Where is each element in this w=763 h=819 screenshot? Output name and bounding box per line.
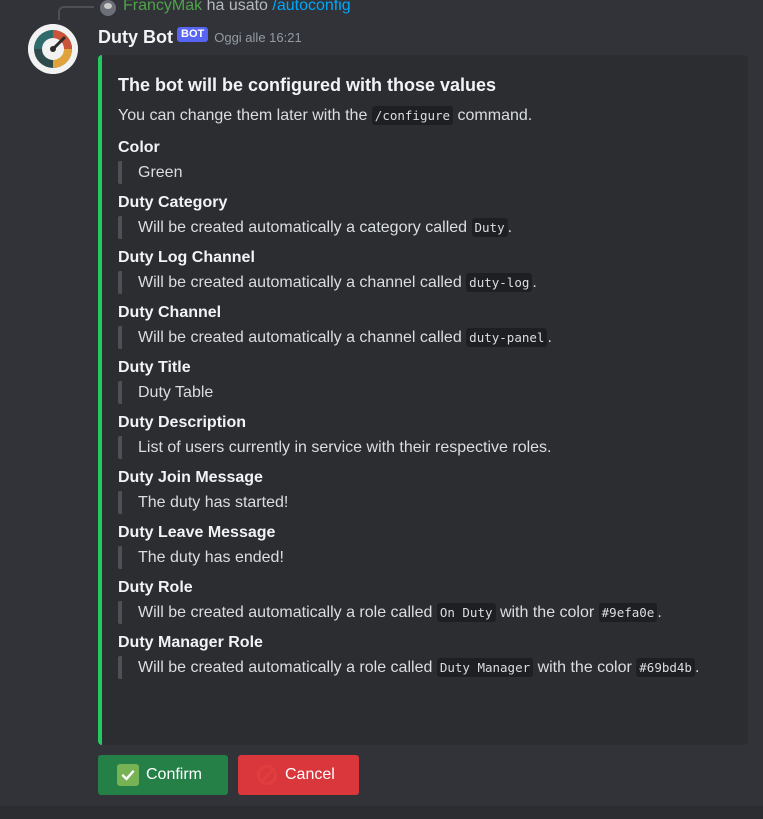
field-text: . <box>694 659 700 676</box>
field-value: Will be created automatically a category… <box>118 216 732 239</box>
action-buttons: Confirm Cancel <box>98 755 359 795</box>
field-name: Duty Leave Message <box>118 524 276 541</box>
message-input-area <box>0 806 763 819</box>
field-code: duty-log <box>466 273 533 292</box>
field-text: Will be created automatically a channel … <box>138 329 467 346</box>
field-code: Duty Manager <box>436 658 534 677</box>
description-text-end: command. <box>453 107 533 124</box>
field-value: Will be created automatically a role cal… <box>118 601 732 624</box>
embed-field: Duty Log Channel Will be created automati… <box>118 248 732 294</box>
reply-connector <box>58 6 94 20</box>
field-text: . <box>657 604 662 621</box>
embed-field: Duty Role Will be created automatically a… <box>118 578 732 624</box>
cancel-label: Cancel <box>285 766 335 783</box>
embed: The bot will be configured with those va… <box>98 55 748 745</box>
field-text: Will be created automatically a role cal… <box>138 659 437 676</box>
field-text: with the color <box>495 604 599 621</box>
field-name: Duty Join Message <box>118 469 263 486</box>
reply-action: ha usato <box>202 0 273 14</box>
field-value: Duty Table <box>118 381 732 404</box>
field-value: List of users currently in service with … <box>118 436 732 459</box>
no-entry-icon <box>257 765 277 785</box>
field-text: Duty Table <box>138 384 214 401</box>
embed-fields: Color Green Duty Category Will be created a… <box>118 138 732 679</box>
confirm-label: Confirm <box>146 766 203 783</box>
cancel-button[interactable]: Cancel <box>238 755 359 795</box>
check-mark-icon <box>117 764 139 786</box>
field-code: Duty <box>471 218 508 237</box>
embed-field: Duty Join Message The duty has started! <box>118 468 732 514</box>
field-text: Will be created automatically a role cal… <box>138 604 437 621</box>
field-value: Will be created automatically a channel … <box>118 271 732 294</box>
embed-description: You can change them later with the /conf… <box>118 106 732 126</box>
field-name: Duty Manager Role <box>118 634 263 651</box>
field-value: Green <box>118 161 732 184</box>
field-code: duty-panel <box>466 328 548 347</box>
embed-field: Duty Description List of users currently … <box>118 413 732 459</box>
reply-text: FrancyMak ha usato /autoconfig <box>123 0 351 16</box>
field-text: List of users currently in service with … <box>138 439 552 456</box>
embed-title: The bot will be configured with those va… <box>118 75 497 95</box>
description-text: You can change them later with the <box>118 107 372 124</box>
field-text: Will be created automatically a channel … <box>138 274 467 291</box>
field-code: #69bd4b <box>636 658 695 677</box>
field-text: . <box>507 219 513 236</box>
bot-badge: BOT <box>177 27 209 43</box>
field-name: Duty Title <box>118 359 191 376</box>
embed-field: Duty Title Duty Table <box>118 358 732 404</box>
reply-context[interactable]: FrancyMak ha usato /autoconfig <box>0 0 763 20</box>
field-value: Will be created automatically a channel … <box>118 326 732 349</box>
field-code: #9efa0e <box>598 603 658 622</box>
field-text: . <box>547 329 552 346</box>
reply-avatar[interactable] <box>100 0 116 16</box>
reply-command[interactable]: /autoconfig <box>272 0 350 14</box>
field-text: The duty has ended! <box>138 549 284 566</box>
field-name: Duty Category <box>118 194 228 211</box>
field-name: Duty Log Channel <box>118 249 255 266</box>
field-text: . <box>532 274 537 291</box>
field-name: Duty Channel <box>118 304 222 321</box>
field-text: Will be created automatically a category… <box>138 219 472 236</box>
field-text: Green <box>138 164 183 181</box>
embed-field: Duty Leave Message The duty has ended! <box>118 523 732 569</box>
message-header: Duty Bot BOT Oggi alle 16:21 <box>98 26 302 48</box>
embed-field: Duty Channel Will be created automaticall… <box>118 303 732 349</box>
field-value: Will be created automatically a role cal… <box>118 656 732 679</box>
field-code: On Duty <box>436 603 496 622</box>
description-code: /configure <box>371 106 454 125</box>
field-name: Duty Description <box>118 414 247 431</box>
gauge-icon <box>28 24 78 74</box>
field-value: The duty has started! <box>118 491 732 514</box>
timestamp[interactable]: Oggi alle 16:21 <box>214 30 301 45</box>
author-name[interactable]: Duty Bot <box>98 27 173 47</box>
field-name: Duty Role <box>118 579 193 596</box>
embed-field: Duty Manager Role Will be created automat… <box>118 633 732 679</box>
field-value: The duty has ended! <box>118 546 732 569</box>
field-name: Color <box>118 139 160 156</box>
field-text: with the color <box>533 659 637 676</box>
reply-username[interactable]: FrancyMak <box>123 0 202 14</box>
embed-field: Color Green <box>118 138 732 184</box>
bot-avatar[interactable] <box>28 24 78 74</box>
embed-field: Duty Category Will be created automatical… <box>118 193 732 239</box>
field-text: The duty has started! <box>138 494 289 511</box>
confirm-button[interactable]: Confirm <box>98 755 228 795</box>
